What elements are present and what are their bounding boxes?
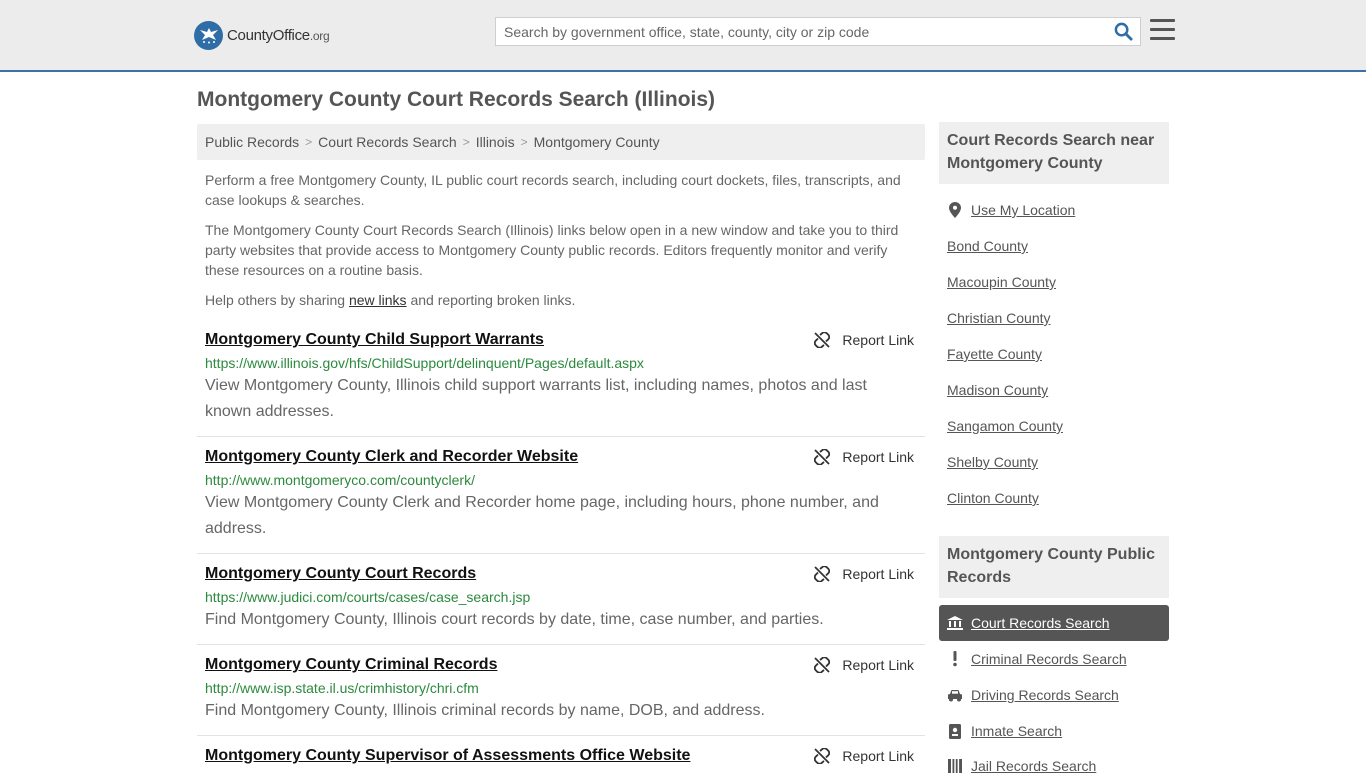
result-item: Montgomery County Child Support Warrants… xyxy=(197,330,925,437)
sidebar-public-records-heading: Montgomery County Public Records xyxy=(939,536,1169,598)
broken-link-icon xyxy=(814,449,831,465)
near-county-link[interactable]: Clinton County xyxy=(947,490,1039,506)
result-description: Find Montgomery County, Illinois crimina… xyxy=(205,702,765,719)
broken-link-icon xyxy=(814,566,831,582)
near-county-link[interactable]: Christian County xyxy=(947,310,1051,326)
eagle-logo-icon xyxy=(194,20,223,50)
id-badge-icon xyxy=(947,723,963,739)
breadcrumb: Public Records > Court Records Search > … xyxy=(197,124,925,160)
search-icon[interactable] xyxy=(1114,22,1134,42)
near-county-link[interactable]: Sangamon County xyxy=(947,418,1063,434)
search-input[interactable] xyxy=(496,18,1106,45)
near-county-link[interactable]: Fayette County xyxy=(947,346,1042,362)
breadcrumb-separator: > xyxy=(462,135,470,149)
broken-link-icon xyxy=(814,657,831,673)
result-item: Montgomery County Supervisor of Assessme… xyxy=(197,746,925,768)
report-link-label: Report Link xyxy=(842,748,914,764)
near-county-link[interactable]: Shelby County xyxy=(947,454,1038,470)
search-bar xyxy=(495,17,1141,46)
top-bar: CountyOffice.org xyxy=(0,0,1366,72)
near-county-link[interactable]: Bond County xyxy=(947,238,1028,254)
result-description: Find Montgomery County, Illinois court r… xyxy=(205,611,824,628)
result-item: Montgomery County Court Records https://… xyxy=(197,564,925,645)
breadcrumb-public-records[interactable]: Public Records xyxy=(205,134,299,150)
use-my-location-link[interactable]: Use My Location xyxy=(971,202,1075,218)
result-item: Montgomery County Criminal Records http:… xyxy=(197,655,925,736)
result-url: http://www.montgomeryco.com/countyclerk/ xyxy=(205,472,475,488)
breadcrumb-separator: > xyxy=(520,135,528,149)
report-link-button[interactable]: Report Link xyxy=(814,566,914,582)
report-link-label: Report Link xyxy=(842,332,914,348)
logo-tld-text: .org xyxy=(309,28,330,43)
broken-link-icon xyxy=(814,748,831,764)
result-item: Montgomery County Clerk and Recorder Web… xyxy=(197,447,925,554)
sidebar-item-jail-records-search[interactable]: Jail Records Search xyxy=(971,758,1096,774)
intro-paragraph-3: Help others by sharing new links and rep… xyxy=(205,290,917,310)
intro-text: Perform a free Montgomery County, IL pub… xyxy=(205,170,917,320)
map-marker-icon xyxy=(947,202,963,218)
courthouse-icon xyxy=(947,615,963,631)
sidebar-item-driving-records-search[interactable]: Driving Records Search xyxy=(971,687,1119,703)
sidebar-near-heading: Court Records Search near Montgomery Cou… xyxy=(939,122,1169,184)
site-logo[interactable]: CountyOffice.org xyxy=(194,20,330,50)
result-description: View Montgomery County, Illinois child s… xyxy=(205,377,867,420)
near-county-link[interactable]: Macoupin County xyxy=(947,274,1056,290)
breadcrumb-separator: > xyxy=(305,135,313,149)
breadcrumb-montgomery-county[interactable]: Montgomery County xyxy=(534,134,660,150)
report-link-button[interactable]: Report Link xyxy=(814,449,914,465)
result-url: https://www.illinois.gov/hfs/ChildSuppor… xyxy=(205,355,644,371)
hamburger-menu-icon[interactable] xyxy=(1150,19,1175,41)
report-link-button[interactable]: Report Link xyxy=(814,748,914,764)
exclamation-icon xyxy=(947,651,963,667)
new-links-link[interactable]: new links xyxy=(349,292,407,308)
report-link-label: Report Link xyxy=(842,566,914,582)
report-link-label: Report Link xyxy=(842,449,914,465)
near-county-link[interactable]: Madison County xyxy=(947,382,1048,398)
sidebar-item-criminal-records-search[interactable]: Criminal Records Search xyxy=(971,651,1127,667)
intro-paragraph-2: The Montgomery County Court Records Sear… xyxy=(205,222,899,278)
report-link-button[interactable]: Report Link xyxy=(814,657,914,673)
logo-text: CountyOffice.org xyxy=(227,26,330,44)
jail-icon xyxy=(947,758,963,774)
intro-paragraph-1: Perform a free Montgomery County, IL pub… xyxy=(205,172,901,208)
logo-main-text: CountyOffice xyxy=(227,26,310,44)
result-url: http://www.isp.state.il.us/crimhistory/c… xyxy=(205,680,479,696)
broken-link-icon xyxy=(814,332,831,348)
result-description: View Montgomery County Clerk and Recorde… xyxy=(205,494,879,537)
car-icon xyxy=(947,687,963,703)
sidebar-item-inmate-search[interactable]: Inmate Search xyxy=(971,723,1062,739)
breadcrumb-court-records-search[interactable]: Court Records Search xyxy=(318,134,457,150)
sidebar-item-court-records-search[interactable]: Court Records Search xyxy=(971,615,1110,631)
intro-p3-after: and reporting broken links. xyxy=(406,292,576,308)
page-title: Montgomery County Court Records Search (… xyxy=(197,88,716,111)
result-url: https://www.judici.com/courts/cases/case… xyxy=(205,589,531,605)
report-link-label: Report Link xyxy=(842,657,914,673)
intro-p3-before: Help others by sharing xyxy=(205,292,349,308)
breadcrumb-illinois[interactable]: Illinois xyxy=(476,134,515,150)
report-link-button[interactable]: Report Link xyxy=(814,332,914,348)
